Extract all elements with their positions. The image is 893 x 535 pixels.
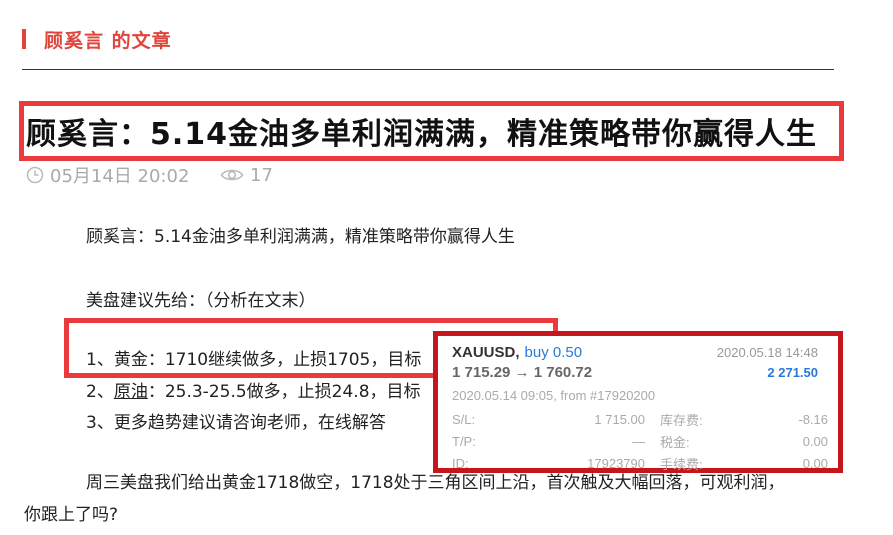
crude-oil-link[interactable]: 原油 xyxy=(114,382,148,402)
trade-detail-row: ID: 17923790 手续费: 0.00 xyxy=(452,455,828,472)
trade-price-row: 1 715.29 → 1 760.72 2 271.50 xyxy=(452,364,818,381)
trade-detail-row: T/P: — 税金: 0.00 xyxy=(452,433,828,450)
intro-paragraph: 顾奚言：5.14金油多单利润满满，精准策略带你赢得人生 xyxy=(86,227,515,247)
article-title: 顾奚言：5.14金油多单利润满满，精准策略带你赢得人生 xyxy=(26,117,818,152)
date-text: 05月14日 20:02 xyxy=(50,166,190,187)
trade-details: S/L: 1 715.00 库存费: -8.16 T/P: — 税金: 0.00… xyxy=(452,408,828,474)
clock-icon xyxy=(26,166,44,184)
trade-open-info: 2020.05.14 09:05, from #17920200 xyxy=(452,388,656,403)
article-views: 17 xyxy=(220,164,273,186)
trade-profit: 2 271.50 xyxy=(767,365,818,380)
section-accent-bar xyxy=(22,29,26,49)
trade-symbol: XAUUSD, xyxy=(452,344,520,361)
article-date: 05月14日 20:02 xyxy=(26,164,190,187)
views-count: 17 xyxy=(250,164,273,186)
section-header: 顾奚言 的文章 xyxy=(22,26,172,52)
body-paragraph-line: 你跟上了吗? xyxy=(24,505,119,525)
eye-icon xyxy=(220,169,244,181)
trade-close-time: 2020.05.18 14:48 xyxy=(716,345,818,360)
section-title[interactable]: 顾奚言 的文章 xyxy=(44,26,172,53)
list-item: 3、更多趋势建议请咨询老师，在线解答 xyxy=(86,413,386,433)
trade-detail-row: S/L: 1 715.00 库存费: -8.16 xyxy=(452,411,828,428)
trade-open-row: 2020.05.14 09:05, from #17920200 xyxy=(452,388,818,403)
trade-side: buy 0.50 xyxy=(524,344,583,361)
advice-heading: 美盘建议先给：（分析在文末） xyxy=(86,291,316,311)
trade-header: XAUUSD, buy 0.50 2020.05.18 14:48 xyxy=(452,344,818,361)
trade-record-card: XAUUSD, buy 0.50 2020.05.18 14:48 1 715.… xyxy=(433,331,843,473)
divider xyxy=(22,69,834,70)
list-item: 2、原油：25.3-25.5做多，止损24.8，目标 xyxy=(86,382,421,402)
trade-prices: 1 715.29 → 1 760.72 xyxy=(452,364,593,381)
